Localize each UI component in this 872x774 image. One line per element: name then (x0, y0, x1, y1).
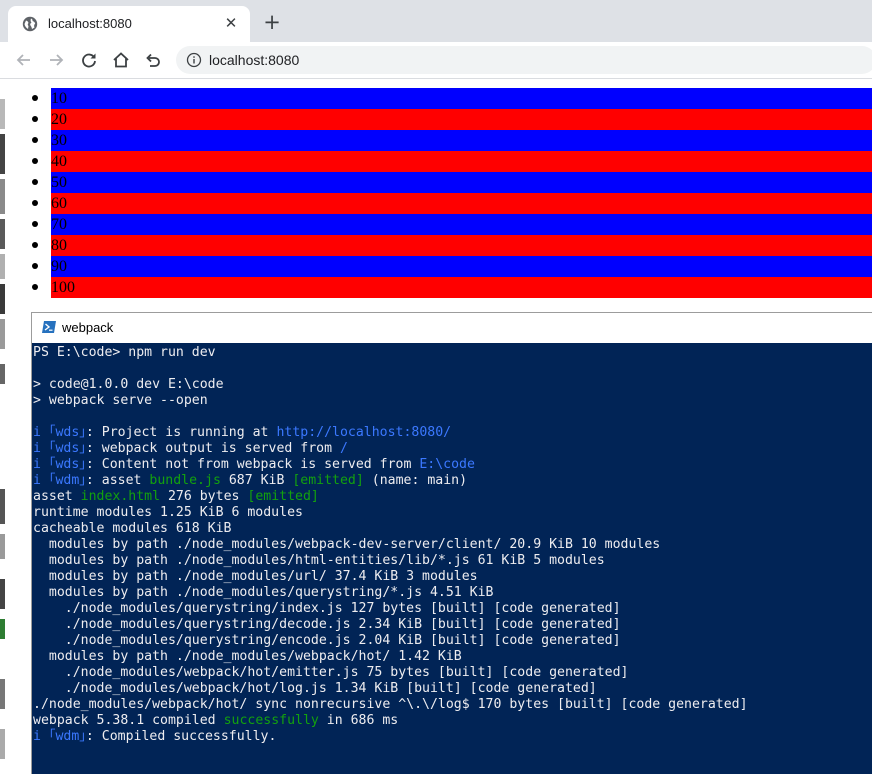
list-item: 50 (32, 172, 872, 193)
terminal-line: PS E:\code> npm run dev (33, 345, 216, 360)
bullet-icon (32, 179, 38, 185)
terminal-text: asset (33, 489, 81, 504)
terminal-line: i ｢wds｣: Project is running at http://lo… (33, 425, 451, 441)
terminal-text: : Compiled successfully. (85, 729, 277, 744)
terminal-title-bar[interactable]: webpack (32, 313, 872, 343)
bullet-icon (32, 200, 38, 206)
page-edge-strip (0, 99, 5, 759)
home-icon[interactable] (111, 50, 131, 70)
terminal-text: : Content not from webpack is served fro… (85, 457, 420, 472)
terminal-line: modules by path ./node_modules/webpack-d… (33, 537, 661, 552)
list-item-label: 100 (51, 279, 75, 296)
terminal-line: ./node_modules/webpack/hot/log.js 1.34 K… (33, 681, 597, 696)
back-arrow-icon[interactable] (14, 50, 34, 70)
list-item: 30 (32, 130, 872, 151)
list-item: 90 (32, 256, 872, 277)
bullet-icon (32, 221, 38, 227)
bullet-icon (32, 242, 38, 248)
list-item-label: 10 (51, 90, 67, 107)
terminal-line: modules by path ./node_modules/html-enti… (33, 553, 605, 568)
address-bar[interactable]: localhost:8080 (176, 46, 872, 74)
tab-title: localhost:8080 (48, 16, 132, 31)
terminal-window[interactable]: webpack PS E:\code> npm run dev > code@1.… (31, 312, 872, 774)
bullet-icon (32, 284, 38, 290)
list-item-label: 40 (51, 153, 67, 170)
close-tab-icon[interactable]: ✕ (222, 14, 240, 32)
terminal-text: in 686 ms (318, 713, 399, 728)
terminal-line: ./node_modules/querystring/decode.js 2.3… (33, 617, 621, 632)
forward-arrow-icon[interactable] (46, 50, 66, 70)
undo-icon[interactable] (143, 50, 163, 70)
list-item: 60 (32, 193, 872, 214)
terminal-text: (name: main) (363, 473, 468, 488)
list-item: 70 (32, 214, 872, 235)
list-item: 20 (32, 109, 872, 130)
list-item: 10 (32, 88, 872, 109)
list-item: 40 (32, 151, 872, 172)
terminal-text: : asset (85, 473, 150, 488)
terminal-text: : Project is running at (85, 425, 277, 440)
terminal-text: index.html (80, 489, 161, 504)
terminal-line: modules by path ./node_modules/webpack/h… (33, 649, 462, 664)
terminal-text: 276 bytes (160, 489, 248, 504)
bullet-icon (32, 116, 38, 122)
powershell-icon (42, 321, 56, 333)
terminal-text: bundle.js (149, 473, 221, 488)
terminal-text: webpack 5.38.1 compiled (33, 713, 224, 728)
terminal-text: http://localhost:8080/ (276, 425, 452, 440)
terminal-line: i ｢wdm｣: asset bundle.js 687 KiB [emitte… (33, 473, 467, 489)
terminal-text: [emitted] (247, 489, 319, 504)
list-item-label: 80 (51, 237, 67, 254)
list-item-label: 60 (51, 195, 67, 212)
terminal-text: : webpack output is served from (85, 441, 340, 456)
terminal-text: i ｢wds｣ (33, 457, 86, 472)
terminal-line: > webpack serve --open (33, 393, 208, 408)
terminal-text: i ｢wdm｣ (33, 473, 86, 488)
globe-icon (22, 16, 38, 32)
terminal-line: ./node_modules/webpack/hot/emitter.js 75… (33, 665, 629, 680)
list-item-label: 50 (51, 174, 67, 191)
terminal-text: 687 KiB (220, 473, 293, 488)
terminal-text: i ｢wds｣ (33, 441, 86, 456)
terminal-text: E:\code (419, 457, 475, 472)
browser-tab[interactable]: localhost:8080 ✕ (8, 6, 250, 42)
terminal-line: modules by path ./node_modules/url/ 37.4… (33, 569, 478, 584)
bullet-icon (32, 263, 38, 269)
terminal-line: ./node_modules/querystring/encode.js 2.0… (33, 633, 621, 648)
list-item-label: 90 (51, 258, 67, 275)
terminal-line: i ｢wds｣: Content not from webpack is ser… (33, 457, 475, 473)
number-list: 10 20 30 40 50 60 70 80 90 100 (32, 88, 872, 298)
info-icon[interactable] (186, 52, 202, 68)
terminal-line: i ｢wds｣: webpack output is served from / (33, 441, 348, 457)
terminal-text: successfully (223, 713, 319, 728)
bullet-icon (32, 137, 38, 143)
terminal-text: i ｢wdm｣ (33, 729, 86, 744)
reload-icon[interactable] (79, 50, 99, 70)
list-item: 100 (32, 277, 872, 298)
terminal-title: webpack (62, 320, 114, 335)
list-item-label: 20 (51, 111, 67, 128)
address-url: localhost:8080 (209, 52, 300, 68)
tab-strip: localhost:8080 ✕ + (0, 0, 872, 42)
terminal-text: [emitted] (292, 473, 364, 488)
browser-toolbar: localhost:8080 (0, 42, 872, 79)
list-item: 80 (32, 235, 872, 256)
bullet-icon (32, 95, 38, 101)
terminal-output[interactable]: PS E:\code> npm run dev > code@1.0.0 dev … (33, 345, 871, 772)
list-item-label: 70 (51, 216, 67, 233)
terminal-line: ./node_modules/querystring/index.js 127 … (33, 601, 621, 616)
list-item-label: 30 (51, 132, 67, 149)
bullet-icon (32, 158, 38, 164)
new-tab-button[interactable]: + (262, 12, 282, 33)
terminal-line: cacheable modules 618 KiB (33, 521, 232, 536)
terminal-line: i ｢wdm｣: Compiled successfully. (33, 729, 276, 745)
terminal-line: webpack 5.38.1 compiled successfully in … (33, 713, 398, 729)
terminal-line: > code@1.0.0 dev E:\code (33, 377, 224, 392)
terminal-line: asset index.html 276 bytes [emitted] (33, 489, 319, 505)
terminal-line: ./node_modules/webpack/hot/ sync nonrecu… (33, 697, 748, 712)
terminal-text: i ｢wds｣ (33, 425, 86, 440)
terminal-text: / (339, 441, 348, 456)
terminal-line: modules by path ./node_modules/querystri… (33, 585, 494, 600)
terminal-line: runtime modules 1.25 KiB 6 modules (33, 505, 303, 520)
